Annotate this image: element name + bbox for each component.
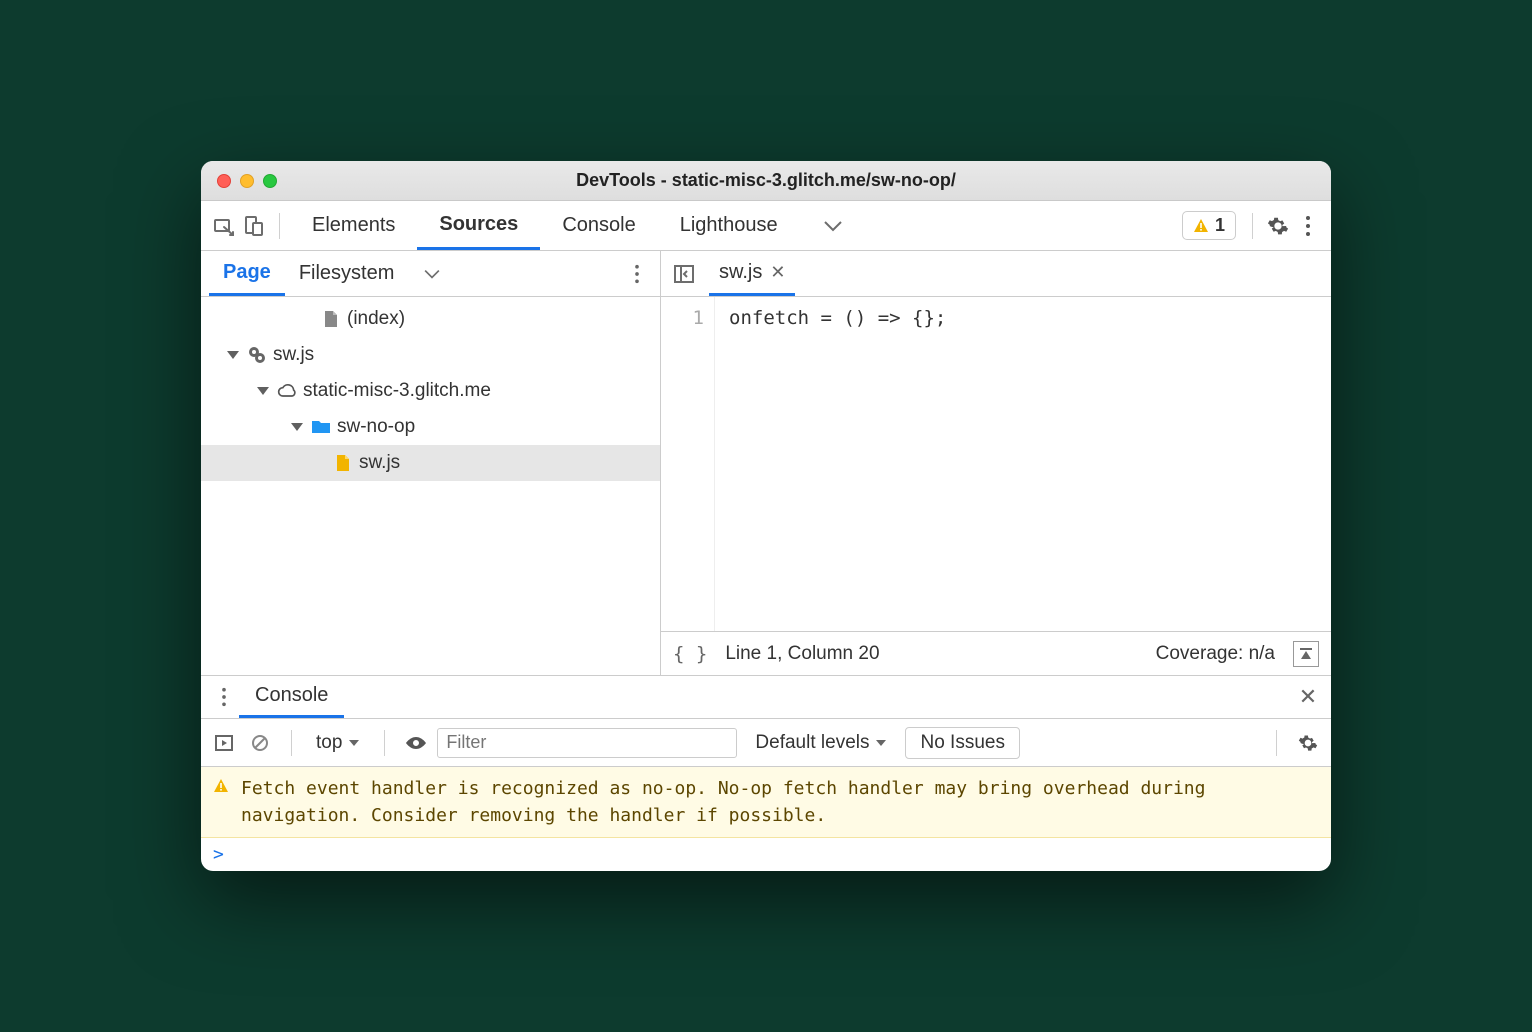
kebab-menu-icon[interactable] [622, 259, 652, 289]
file-tab-label: sw.js [719, 261, 762, 284]
issues-button[interactable]: No Issues [905, 727, 1019, 759]
tree-file-index[interactable]: (index) [201, 301, 660, 337]
code-content: onfetch = () => {}; [715, 297, 1331, 631]
divider [279, 213, 280, 239]
scroll-top-icon[interactable] [1293, 641, 1319, 667]
format-braces-icon[interactable]: { } [673, 643, 707, 665]
warnings-badge[interactable]: 1 [1182, 211, 1236, 240]
sources-navigator: Page Filesystem (index) sw.js [201, 251, 661, 675]
gear-icon[interactable] [1293, 728, 1323, 758]
titlebar: DevTools - static-misc-3.glitch.me/sw-no… [201, 161, 1331, 201]
tree-label: (index) [347, 308, 405, 330]
levels-label: Default levels [755, 732, 869, 754]
tab-sources[interactable]: Sources [417, 201, 540, 250]
file-tabs: sw.js ✕ [661, 251, 1331, 297]
tree-file-swjs[interactable]: sw.js [201, 445, 660, 481]
main-toolbar: Elements Sources Console Lighthouse 1 [201, 201, 1331, 251]
console-prompt[interactable]: > [201, 838, 1331, 871]
editor-panel: sw.js ✕ 1 onfetch = () => {}; { } Line 1… [661, 251, 1331, 675]
drawer-header: Console ✕ [201, 675, 1331, 719]
file-tree: (index) sw.js static-misc-3.glitch.me sw… [201, 297, 660, 675]
console-body: Fetch event handler is recognized as no-… [201, 767, 1331, 871]
code-line: onfetch = () => {}; [729, 307, 1331, 329]
close-icon[interactable]: ✕ [770, 262, 785, 283]
toggle-navigator-icon[interactable] [669, 259, 699, 289]
editor-statusbar: { } Line 1, Column 20 Coverage: n/a [661, 631, 1331, 675]
tree-domain[interactable]: static-misc-3.glitch.me [201, 373, 660, 409]
panels: Page Filesystem (index) sw.js [201, 251, 1331, 675]
navigator-tab-page[interactable]: Page [209, 251, 285, 296]
tree-label: sw.js [273, 344, 314, 366]
devtools-window: DevTools - static-misc-3.glitch.me/sw-no… [201, 161, 1331, 871]
warnings-count: 1 [1215, 215, 1225, 236]
context-label: top [316, 732, 342, 754]
navigator-tab-filesystem[interactable]: Filesystem [285, 251, 409, 296]
line-number: 1 [661, 307, 704, 329]
drawer-tab-console[interactable]: Console [239, 676, 344, 718]
coverage-label: Coverage: n/a [1156, 643, 1275, 665]
inspect-element-icon[interactable] [209, 211, 239, 241]
divider [1276, 730, 1277, 756]
filter-input[interactable] [437, 728, 737, 758]
divider [1252, 213, 1253, 239]
divider [384, 730, 385, 756]
eye-icon[interactable] [401, 728, 431, 758]
window-title: DevTools - static-misc-3.glitch.me/sw-no… [201, 170, 1331, 191]
kebab-menu-icon[interactable] [1293, 211, 1323, 241]
line-gutter: 1 [661, 297, 715, 631]
code-editor[interactable]: 1 onfetch = () => {}; [661, 297, 1331, 631]
play-icon[interactable] [209, 728, 239, 758]
navigator-tabs: Page Filesystem [201, 251, 660, 297]
tree-sw-root[interactable]: sw.js [201, 337, 660, 373]
tree-label: sw-no-op [337, 416, 415, 438]
main-tabs: Elements Sources Console Lighthouse [290, 201, 866, 250]
disclosure-icon[interactable] [291, 423, 303, 431]
warning-text: Fetch event handler is recognized as no-… [241, 775, 1319, 829]
file-tab-swjs[interactable]: sw.js ✕ [709, 251, 795, 296]
console-toolbar: top Default levels No Issues [201, 719, 1331, 767]
divider [291, 730, 292, 756]
disclosure-icon[interactable] [227, 351, 239, 359]
clear-console-icon[interactable] [245, 728, 275, 758]
cursor-position: Line 1, Column 20 [725, 643, 879, 665]
kebab-menu-icon[interactable] [209, 682, 239, 712]
tab-console[interactable]: Console [540, 201, 657, 250]
context-selector[interactable]: top [308, 732, 368, 754]
device-toolbar-icon[interactable] [239, 211, 269, 241]
console-warning-row[interactable]: Fetch event handler is recognized as no-… [201, 767, 1331, 838]
gear-icon[interactable] [1263, 211, 1293, 241]
tree-label: sw.js [359, 452, 400, 474]
more-navigator-tabs-icon[interactable] [408, 251, 456, 296]
tree-label: static-misc-3.glitch.me [303, 380, 491, 402]
tab-elements[interactable]: Elements [290, 201, 417, 250]
prompt-icon: > [213, 844, 224, 865]
tree-folder[interactable]: sw-no-op [201, 409, 660, 445]
tab-lighthouse[interactable]: Lighthouse [658, 201, 800, 250]
disclosure-icon[interactable] [257, 387, 269, 395]
close-icon[interactable]: ✕ [1293, 682, 1323, 712]
more-tabs-icon[interactable] [800, 201, 866, 250]
log-levels-selector[interactable]: Default levels [755, 732, 887, 754]
